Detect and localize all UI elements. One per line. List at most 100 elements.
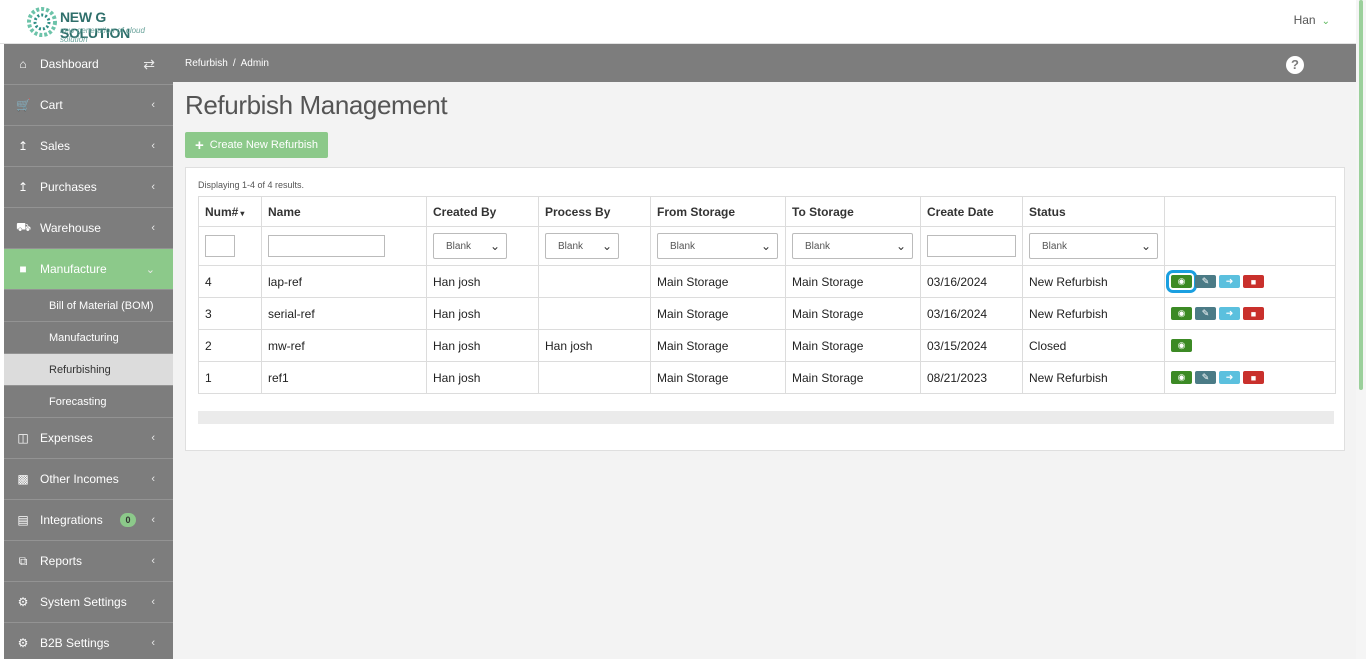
money-icon: ▩ — [17, 472, 29, 486]
column-header-to-storage[interactable]: To Storage — [785, 196, 921, 227]
chevron-down-icon: ⌄ — [895, 239, 906, 253]
table-row: 4 lap-ref Han josh Main Storage Main Sto… — [198, 265, 1336, 298]
eye-icon: ◉ — [1177, 340, 1186, 350]
column-header-num[interactable]: Num# ▾ — [198, 196, 262, 227]
cell-num: 1 — [198, 361, 262, 394]
process-button[interactable]: ➜ — [1219, 275, 1240, 288]
sidebar-subitem-manufacturing[interactable]: Manufacturing — [4, 322, 173, 354]
cell-name: ref1 — [261, 361, 427, 394]
filter-created-by-select[interactable]: Blank ⌄ — [433, 233, 507, 259]
view-button[interactable]: ◉ — [1171, 339, 1192, 352]
view-button[interactable]: ◉ — [1166, 270, 1197, 293]
column-header-created-by[interactable]: Created By — [426, 196, 539, 227]
logo-mark-icon — [27, 7, 57, 37]
column-header-name[interactable]: Name — [261, 196, 427, 227]
user-menu[interactable]: Han ⌄ — [1294, 13, 1330, 27]
chevron-down-icon: ⌄ — [601, 239, 612, 253]
cell-to-storage: Main Storage — [785, 265, 921, 298]
filter-from-storage-select[interactable]: Blank ⌄ — [657, 233, 778, 259]
select-value: Blank — [446, 240, 472, 252]
cell-create-date: 03/16/2024 — [920, 265, 1023, 298]
cell-status: New Refurbish — [1022, 297, 1165, 330]
help-icon[interactable]: ? — [1286, 56, 1304, 74]
sidebar-item-label: Expenses — [40, 431, 93, 445]
sidebar-item-expenses[interactable]: ◫ Expenses ‹ — [4, 418, 173, 459]
sidebar-item-system-settings[interactable]: ⚙ System Settings ‹ — [4, 582, 173, 623]
cell-to-storage: Main Storage — [785, 329, 921, 362]
scrollbar-thumb[interactable] — [1359, 0, 1363, 390]
sidebar-item-cart[interactable]: 🛒 Cart ‹ — [4, 85, 173, 126]
create-new-refurbish-button[interactable]: + Create New Refurbish — [185, 132, 328, 158]
sidebar-subitem-forecasting[interactable]: Forecasting — [4, 386, 173, 418]
filter-cell — [198, 226, 262, 266]
sidebar-item-label: Other Incomes — [40, 472, 119, 486]
sidebar-item-sales[interactable]: ↥ Sales ‹ — [4, 126, 173, 167]
upload-icon: ↥ — [17, 139, 29, 153]
gears-icon: ⚙ — [17, 636, 29, 650]
process-button[interactable]: ➜ — [1219, 307, 1240, 320]
eye-icon: ◉ — [1177, 372, 1186, 382]
refurbish-table: Num# ▾ Name Created By Process By From St… — [198, 196, 1336, 394]
cell-process-by — [538, 361, 651, 394]
delete-button[interactable]: ■ — [1243, 275, 1264, 288]
table-horizontal-scrollbar[interactable] — [198, 411, 1334, 424]
sidebar-item-label: Sales — [40, 139, 71, 153]
edit-button[interactable]: ✎ — [1195, 307, 1216, 320]
sidebar: ⌂ Dashboard ⇄ 🛒 Cart ‹ ↥ Sales ‹ ↥ Purch… — [4, 44, 181, 659]
page-scrollbar[interactable] — [1356, 0, 1366, 659]
filter-cell: Blank ⌄ — [538, 226, 651, 266]
view-button[interactable]: ◉ — [1171, 307, 1192, 320]
eye-icon: ◉ — [1177, 276, 1186, 286]
brand-logo[interactable]: NEW G SOLUTION new generation of cloud s… — [26, 5, 166, 44]
filter-to-storage-select[interactable]: Blank ⌄ — [792, 233, 913, 259]
cell-num: 2 — [198, 329, 262, 362]
plug-icon: ▤ — [17, 513, 29, 527]
sidebar-item-dashboard[interactable]: ⌂ Dashboard ⇄ — [4, 44, 173, 85]
select-value: Blank — [805, 240, 831, 252]
edit-button[interactable]: ✎ — [1195, 275, 1216, 288]
cell-actions: ◉ ✎ ➜ ■ — [1164, 265, 1336, 298]
filter-process-by-select[interactable]: Blank ⌄ — [545, 233, 619, 259]
sidebar-subitem-bom[interactable]: Bill of Material (BOM) — [4, 290, 173, 322]
delete-button[interactable]: ■ — [1243, 371, 1264, 384]
column-header-process-by[interactable]: Process By — [538, 196, 651, 227]
filter-num-input[interactable] — [205, 235, 235, 257]
table-row: 1 ref1 Han josh Main Storage Main Storag… — [198, 361, 1336, 394]
sidebar-item-label: System Settings — [40, 595, 127, 609]
process-button[interactable]: ➜ — [1219, 371, 1240, 384]
edit-button[interactable]: ✎ — [1195, 371, 1216, 384]
filter-cell — [920, 226, 1023, 266]
chevron-left-icon: ‹ — [151, 181, 155, 193]
select-value: Blank — [1042, 240, 1068, 252]
switch-icon[interactable]: ⇄ — [143, 56, 155, 73]
sidebar-item-other-incomes[interactable]: ▩ Other Incomes ‹ — [4, 459, 173, 500]
sidebar-item-warehouse[interactable]: ⛟ Warehouse ‹ — [4, 208, 173, 249]
sidebar-subitem-refurbishing[interactable]: Refurbishing — [4, 354, 173, 386]
cell-process-by — [538, 265, 651, 298]
view-button[interactable]: ◉ — [1171, 371, 1192, 384]
filter-create-date-input[interactable] — [927, 235, 1016, 257]
cell-from-storage: Main Storage — [650, 297, 786, 330]
column-header-create-date[interactable]: Create Date — [920, 196, 1023, 227]
sidebar-item-manufacture[interactable]: ■ Manufacture ⌄ — [4, 249, 181, 290]
breadcrumb-link-refurbish[interactable]: Refurbish — [185, 58, 228, 69]
trash-icon: ■ — [1250, 276, 1257, 287]
sidebar-item-label: Reports — [40, 554, 83, 568]
select-value: Blank — [670, 240, 696, 252]
sidebar-item-label: Purchases — [40, 180, 97, 194]
column-header-from-storage[interactable]: From Storage — [650, 196, 786, 227]
delete-button[interactable]: ■ — [1243, 307, 1264, 320]
filter-name-input[interactable] — [268, 235, 385, 257]
chevron-left-icon: ‹ — [151, 432, 155, 444]
filter-status-select[interactable]: Blank ⌄ — [1029, 233, 1158, 259]
column-header-status[interactable]: Status — [1022, 196, 1165, 227]
cell-process-by — [538, 297, 651, 330]
chevron-left-icon: ‹ — [151, 637, 155, 649]
sidebar-item-purchases[interactable]: ↥ Purchases ‹ — [4, 167, 173, 208]
factory-icon: ■ — [19, 262, 27, 276]
sidebar-item-b2b-settings[interactable]: ⚙ B2B Settings ‹ — [4, 623, 173, 659]
sidebar-item-label: Manufacture — [40, 262, 107, 276]
sidebar-item-integrations[interactable]: ▤ Integrations 0 ‹ — [4, 500, 173, 541]
sidebar-item-reports[interactable]: ⧉ Reports ‹ — [4, 541, 173, 582]
cell-num: 3 — [198, 297, 262, 330]
